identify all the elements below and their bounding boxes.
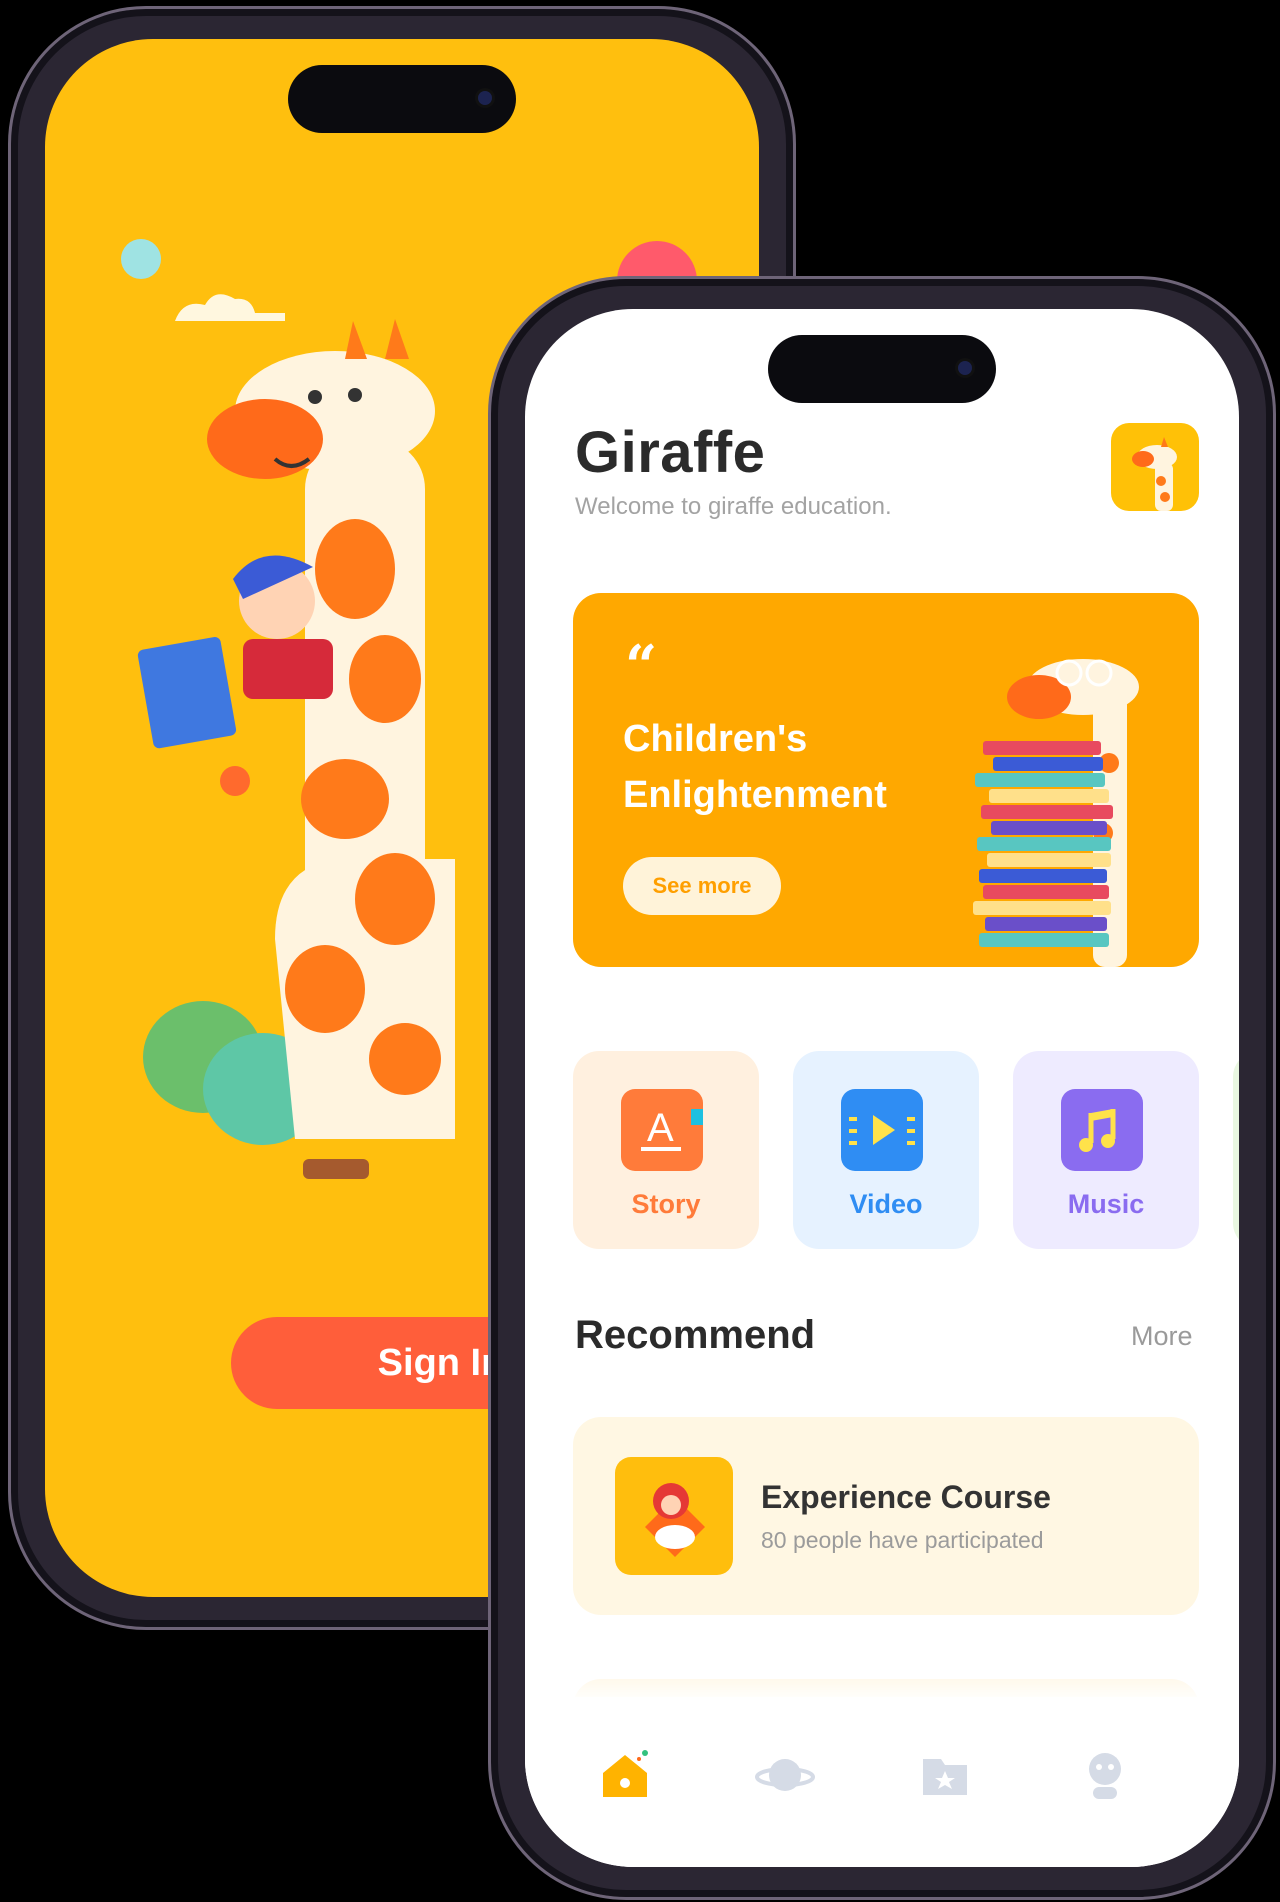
- category-video[interactable]: Video: [793, 1051, 979, 1249]
- camera-icon: [958, 361, 972, 375]
- cloud-shape: [175, 294, 285, 321]
- video-play-icon: [841, 1089, 923, 1171]
- planet-icon[interactable]: [755, 1745, 815, 1805]
- giraffe-hoof: [303, 1159, 369, 1179]
- category-story[interactable]: A Story: [573, 1051, 759, 1249]
- course-title: Experience Course: [761, 1479, 1051, 1515]
- more-link[interactable]: More: [1131, 1321, 1193, 1352]
- banner-title: Children's Enlightenment: [623, 718, 887, 816]
- giraffe-books-illustration: [973, 659, 1139, 967]
- profile-icon[interactable]: [1075, 1745, 1135, 1805]
- orange-dot: [220, 766, 250, 796]
- giraffe-avatar-icon: [1132, 437, 1177, 511]
- course-thumbnail: [615, 1457, 733, 1575]
- blue-book: [137, 637, 237, 749]
- home-screen: Giraffe Welcome to giraffe education. “ …: [525, 309, 1239, 1867]
- category-label: Music: [1067, 1189, 1145, 1219]
- course-participants: 80 people have participated: [761, 1527, 1044, 1553]
- home-icon[interactable]: [595, 1745, 655, 1805]
- bottom-tab-bar: [525, 1697, 1239, 1867]
- category-extra[interactable]: [1233, 1051, 1239, 1249]
- category-music[interactable]: Music: [1013, 1051, 1199, 1249]
- category-label: Video: [849, 1189, 923, 1219]
- cyan-bubble: [121, 239, 161, 279]
- welcome-subtitle: Welcome to giraffe education.: [575, 493, 892, 520]
- quote-icon: “: [625, 633, 658, 699]
- dynamic-island: [288, 65, 516, 133]
- promo-banner[interactable]: “ Children's Enlightenment See more: [573, 593, 1199, 967]
- dynamic-island: [768, 335, 996, 403]
- recommend-heading: Recommend: [575, 1313, 816, 1357]
- boy-shirt: [243, 639, 333, 699]
- category-label: Story: [631, 1189, 701, 1219]
- folder-star-icon[interactable]: [915, 1745, 975, 1805]
- see-more-button[interactable]: See more: [623, 857, 781, 915]
- front-phone-frame: Giraffe Welcome to giraffe education. “ …: [488, 276, 1276, 1900]
- camera-icon: [478, 91, 492, 105]
- giraffe-snout: [207, 399, 323, 479]
- story-book-icon: A: [621, 1089, 703, 1171]
- music-note-icon: [1061, 1089, 1143, 1171]
- user-avatar[interactable]: [1111, 423, 1199, 511]
- svg-text:A: A: [647, 1106, 674, 1150]
- app-title: Giraffe: [575, 420, 766, 485]
- course-card[interactable]: Experience Course 80 people have partici…: [573, 1417, 1199, 1615]
